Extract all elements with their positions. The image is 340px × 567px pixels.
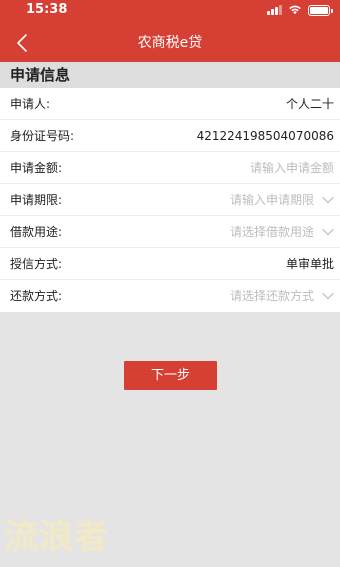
repayment-select[interactable]: 请选择还款方式: [230, 280, 334, 312]
back-button[interactable]: [12, 32, 34, 54]
repayment-label: 还款方式:: [10, 289, 63, 303]
next-button[interactable]: 下一步: [124, 361, 217, 390]
term-label: 申请期限:: [10, 193, 63, 207]
repayment-placeholder: 请选择还款方式: [229, 289, 314, 303]
amount-input[interactable]: [134, 156, 334, 180]
signal-icon: [267, 5, 282, 15]
term-select[interactable]: 请输入申请期限: [230, 184, 334, 216]
chevron-down-icon: [322, 228, 334, 236]
form-row-amount: 申请金额:: [0, 152, 340, 184]
purpose-select[interactable]: 请选择借款用途: [230, 216, 334, 248]
purpose-placeholder: 请选择借款用途: [229, 225, 314, 239]
term-placeholder: 请输入申请期限: [229, 193, 314, 207]
wifi-icon: [289, 5, 301, 15]
application-form: 申请人: 个人二十 身份证号码: 421224198504070086 申请金额…: [0, 88, 340, 312]
nav-bar: 农商税e贷: [0, 24, 340, 62]
purpose-label: 借款用途:: [10, 225, 63, 239]
header-bar: 15:38 农商税e贷: [0, 0, 340, 62]
form-row-repayment: 还款方式: 请选择还款方式: [0, 280, 340, 312]
page-title: 农商税e贷: [137, 35, 203, 51]
form-row-credit-method: 授信方式: 单审单批: [0, 248, 340, 280]
id-number-label: 身份证号码:: [10, 129, 75, 143]
battery-icon: [308, 4, 333, 16]
chevron-left-icon: [17, 34, 27, 52]
applicant-label: 申请人:: [10, 97, 51, 111]
amount-label: 申请金额:: [10, 161, 63, 175]
credit-method-label: 授信方式:: [10, 257, 63, 271]
credit-method-value: 单审单批: [285, 257, 334, 271]
section-title: 申请信息: [0, 62, 340, 88]
chevron-down-icon: [322, 196, 334, 204]
status-time: 15:38: [26, 2, 68, 17]
status-icons: [267, 4, 333, 16]
applicant-value: 个人二十: [285, 97, 334, 111]
status-bar: 15:38: [0, 0, 340, 20]
watermark: 流浪者: [4, 517, 109, 557]
form-row-applicant: 申请人: 个人二十: [0, 88, 340, 120]
chevron-down-icon: [322, 292, 334, 300]
form-row-purpose: 借款用途: 请选择借款用途: [0, 216, 340, 248]
id-number-value: 421224198504070086: [196, 129, 334, 143]
form-row-term: 申请期限: 请输入申请期限: [0, 184, 340, 216]
form-row-id-number: 身份证号码: 421224198504070086: [0, 120, 340, 152]
app-screen: 15:38 农商税e贷 申请信息 申请人: 个人二十 身份证号码: 421224…: [0, 0, 340, 567]
